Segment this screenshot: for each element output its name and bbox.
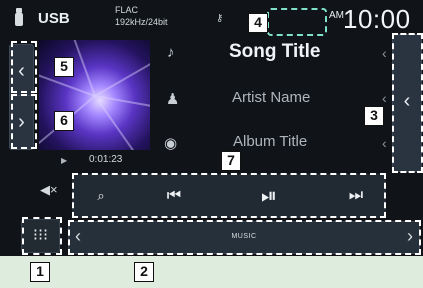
- callout-6: 6: [54, 111, 74, 131]
- callout-3: 3: [364, 106, 384, 126]
- music-note-icon: ♪: [167, 44, 175, 61]
- chevron-left-icon: ‹: [382, 90, 387, 106]
- artist-icon: ♟: [166, 91, 180, 108]
- clock: 10:00: [343, 4, 411, 34]
- callout-outline-6: [11, 94, 37, 149]
- page: USB FLAC 192kHz/24bit ⚷ AM 10:00 ‹ › ‹ ♪…: [0, 0, 423, 288]
- chevron-left-icon: ‹: [382, 45, 387, 61]
- callout-outline-7: [72, 173, 386, 218]
- callout-outline-2: [68, 220, 421, 255]
- callout-outline-3: [392, 33, 423, 173]
- mute-button[interactable]: ◀×: [40, 182, 58, 198]
- callout-5: 5: [54, 57, 74, 77]
- callout-4: 4: [248, 13, 268, 33]
- artist-name: Artist Name: [232, 89, 311, 106]
- clock-ampm: AM: [329, 10, 344, 21]
- callout-7: 7: [221, 151, 241, 171]
- source-label: USB: [38, 10, 70, 27]
- callout-2: 2: [134, 262, 154, 282]
- callout-outline-4: [267, 8, 327, 36]
- elapsed-time: 0:01:23: [89, 154, 123, 165]
- key-icon: ⚷: [216, 13, 224, 24]
- album-icon: ◉: [164, 135, 178, 152]
- play-status-icon: ▶: [61, 156, 68, 165]
- usb-icon: [15, 8, 23, 26]
- song-title: Song Title: [229, 41, 321, 62]
- format-rate: 192kHz/24bit: [115, 17, 168, 27]
- chevron-left-icon: ‹: [382, 135, 387, 151]
- audio-format: FLAC 192kHz/24bit: [115, 4, 168, 28]
- callout-outline-5: [11, 41, 37, 93]
- album-title: Album Title: [233, 133, 308, 150]
- callout-outline-1: [22, 217, 62, 255]
- format-codec: FLAC: [115, 5, 139, 15]
- callout-1: 1: [30, 262, 50, 282]
